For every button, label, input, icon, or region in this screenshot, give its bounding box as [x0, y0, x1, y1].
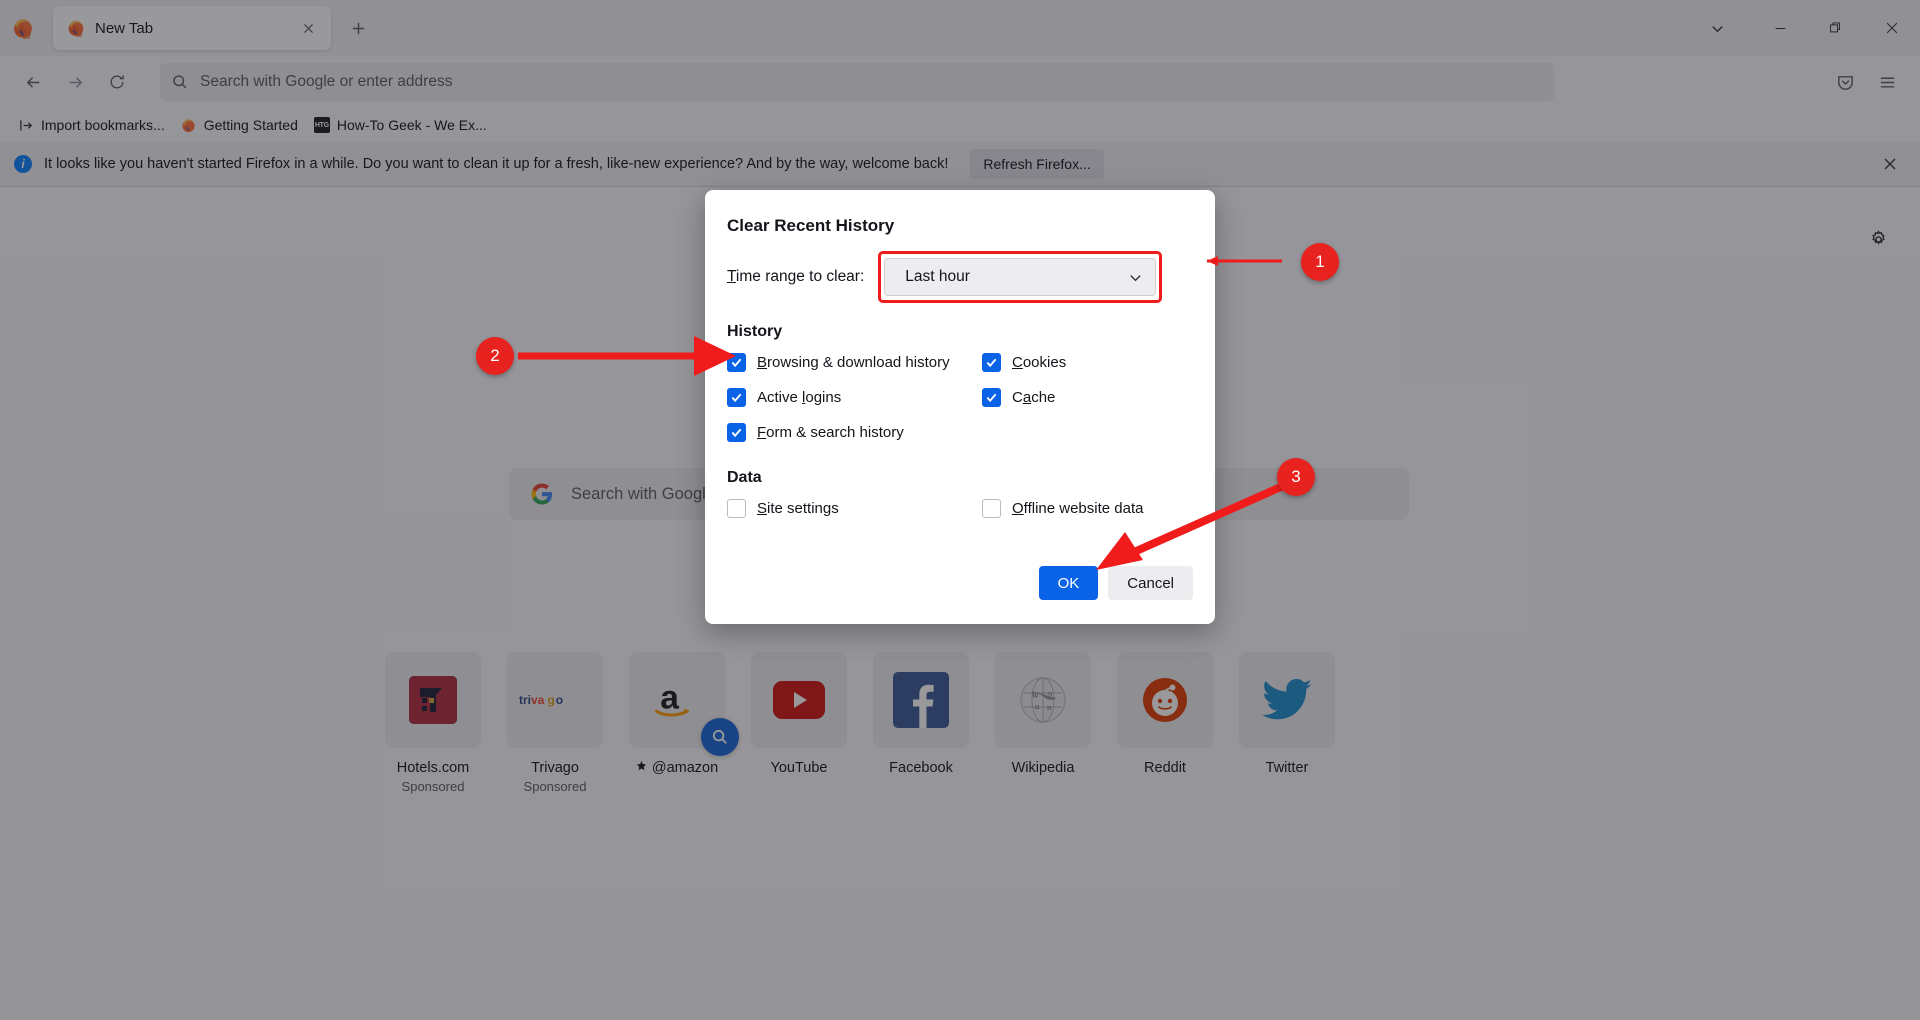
checkbox-active-logins[interactable]: Active logins — [727, 388, 982, 407]
ok-button-label: OK — [1057, 574, 1080, 592]
checkbox-unchecked-icon — [982, 499, 1001, 518]
time-range-label: Time range to clear: — [727, 268, 865, 285]
checkbox-checked-icon — [982, 353, 1001, 372]
annotation-marker-2: 2 — [476, 337, 514, 375]
marker-number: 1 — [1315, 252, 1325, 271]
checkbox-checked-icon — [727, 388, 746, 407]
dialog-button-row: OK Cancel — [727, 566, 1193, 600]
checkbox-label: Offline website data — [1012, 500, 1144, 517]
data-section-title: Data — [727, 469, 762, 486]
checkbox-label: Active logins — [757, 389, 842, 406]
cancel-button[interactable]: Cancel — [1108, 566, 1193, 600]
cancel-button-label: Cancel — [1127, 574, 1174, 592]
time-range-dropdown-wrap: Last hour — [878, 251, 1163, 303]
annotation-marker-3: 3 — [1277, 458, 1315, 496]
chevron-down-icon — [1128, 270, 1143, 285]
history-section-title: History — [727, 323, 783, 340]
checkbox-label: Browsing & download history — [757, 354, 950, 371]
time-range-dropdown[interactable]: Last hour — [884, 258, 1157, 296]
browser-window: New Tab Search with Google or enter addr… — [0, 0, 1920, 1020]
checkbox-site-settings[interactable]: Site settings — [727, 499, 982, 518]
marker-number: 2 — [490, 346, 500, 365]
dialog-title: Clear Recent History — [727, 216, 895, 235]
checkbox-offline-website-data[interactable]: Offline website data — [982, 499, 1193, 518]
checkbox-cookies[interactable]: Cookies — [982, 353, 1193, 372]
checkbox-label: Cookies — [1012, 354, 1067, 371]
checkbox-label: Cache — [1012, 389, 1056, 406]
grid-spacer — [982, 423, 1193, 442]
checkbox-cache[interactable]: Cache — [982, 388, 1193, 407]
checkbox-label: Site settings — [757, 500, 839, 517]
data-checkbox-grid: Site settings Offline website data — [727, 499, 1193, 518]
ok-button[interactable]: OK — [1038, 566, 1099, 600]
checkbox-checked-icon — [727, 353, 746, 372]
marker-number: 3 — [1291, 467, 1301, 486]
clear-recent-history-dialog: Clear Recent History Time range to clear… — [705, 190, 1215, 624]
checkbox-unchecked-icon — [727, 499, 746, 518]
checkbox-form-search-history[interactable]: Form & search history — [727, 423, 982, 442]
checkbox-checked-icon — [982, 388, 1001, 407]
history-checkbox-grid: Browsing & download history Cookies Acti… — [727, 353, 1193, 442]
checkbox-browsing-download-history[interactable]: Browsing & download history — [727, 353, 982, 372]
annotation-marker-1: 1 — [1301, 243, 1339, 281]
checkbox-checked-icon — [727, 423, 746, 442]
time-range-row: Time range to clear: Last hour — [727, 251, 1193, 303]
time-range-value: Last hour — [905, 268, 970, 285]
checkbox-label: Form & search history — [757, 424, 904, 441]
